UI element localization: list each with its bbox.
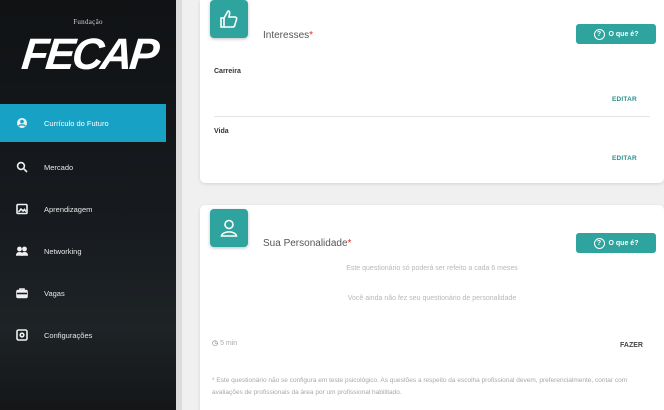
sidebar: Fundação FECAP Currículo do Futuro Merca…: [0, 0, 176, 410]
edit-vida-button[interactable]: EDITAR: [612, 155, 637, 162]
personality-footnote: * Este questionário não se configura em …: [212, 377, 628, 396]
interests-what-button[interactable]: ? O que é?: [576, 24, 656, 44]
sidebar-item-label: Networking: [44, 246, 82, 256]
person-icon: [210, 209, 248, 247]
sidebar-item-networking[interactable]: Networking: [0, 230, 176, 272]
thumbs-up-icon: [210, 0, 248, 38]
briefcase-icon: [16, 287, 28, 299]
sidebar-item-aprendizagem[interactable]: Aprendizagem: [0, 188, 176, 230]
sidebar-scrollbar[interactable]: [176, 0, 182, 410]
interests-title: Interesses*: [263, 30, 314, 41]
people-icon: [16, 245, 28, 257]
personality-empty-message: Você ainda não fez seu questionário de p…: [347, 295, 517, 302]
sidebar-item-mercado[interactable]: Mercado: [0, 146, 176, 188]
field-label-vida: Vida: [214, 128, 229, 135]
personality-card: Sua Personalidade* ? O que é? Este quest…: [200, 205, 664, 410]
brand-tagline: Fundação: [73, 18, 103, 26]
time-label: 5 min: [220, 340, 238, 347]
interests-card: Interesses* ? O que é? Carreira EDITAR V…: [200, 0, 664, 183]
settings-box-icon: [16, 329, 28, 341]
sidebar-item-label: Currículo do Futuro: [44, 118, 109, 128]
user-circle-icon: [16, 117, 28, 129]
required-mark: *: [347, 238, 352, 249]
what-button-label: O que é?: [608, 239, 639, 247]
personality-subtitle: Este questionário só poderá ser refeito …: [346, 265, 518, 272]
question-icon: ?: [593, 237, 605, 249]
sidebar-item-label: Vagas: [44, 288, 65, 298]
what-button-label: O que é?: [608, 30, 639, 38]
sidebar-nav: Currículo do Futuro Mercado Aprendizagem…: [0, 104, 176, 356]
sidebar-item-label: Mercado: [44, 162, 74, 172]
search-icon: [16, 161, 28, 173]
required-mark: *: [309, 30, 314, 41]
personality-what-button[interactable]: ? O que é?: [576, 233, 656, 253]
sidebar-item-label: Aprendizagem: [44, 204, 93, 214]
question-icon: ?: [593, 28, 605, 40]
sidebar-item-configuracoes[interactable]: Configurações: [0, 314, 176, 356]
clock-icon: ◷: [212, 340, 219, 347]
image-icon: [16, 203, 28, 215]
edit-carreira-button[interactable]: EDITAR: [612, 96, 637, 103]
sidebar-item-label: Configurações: [44, 330, 93, 340]
sidebar-item-vagas[interactable]: Vagas: [0, 272, 176, 314]
sidebar-item-curriculo[interactable]: Currículo do Futuro: [0, 104, 166, 142]
start-questionnaire-button[interactable]: FAZER: [620, 342, 643, 349]
brand-logo[interactable]: FECAP: [19, 30, 158, 80]
divider: [214, 116, 650, 117]
personality-title: Sua Personalidade*: [263, 238, 352, 249]
field-label-carreira: Carreira: [214, 68, 241, 75]
time-estimate: ◷ 5 min: [212, 339, 237, 347]
